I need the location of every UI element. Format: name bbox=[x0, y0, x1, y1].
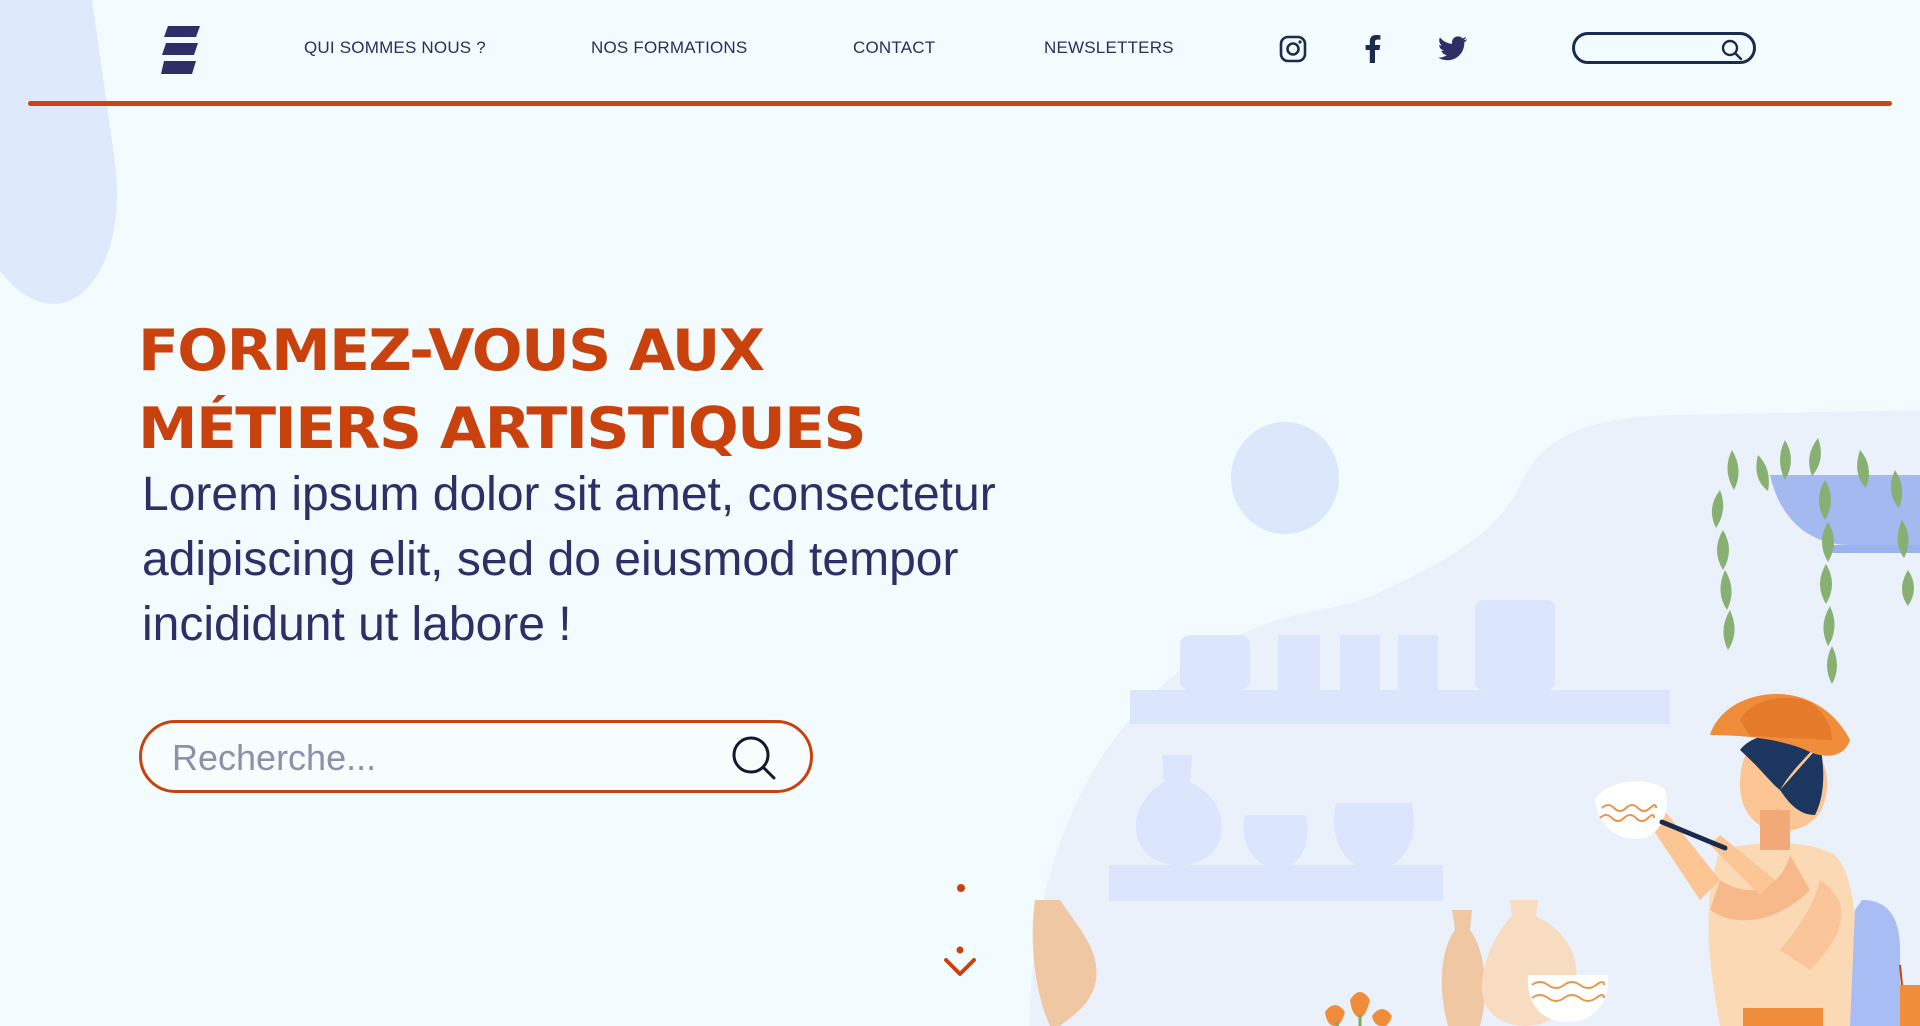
nav-item-nos-formations[interactable]: NOS FORMATIONS bbox=[591, 38, 747, 58]
instagram-icon[interactable] bbox=[1278, 34, 1308, 64]
nav-item-contact[interactable]: CONTACT bbox=[853, 38, 935, 58]
chevron-down-icon[interactable] bbox=[942, 946, 978, 982]
hero-description: Lorem ipsum dolor sit amet, consectetur … bbox=[142, 468, 996, 651]
hero-search-bar bbox=[139, 720, 813, 793]
search-icon[interactable] bbox=[732, 736, 778, 782]
facebook-icon[interactable] bbox=[1358, 34, 1388, 64]
header-search-bar bbox=[1572, 32, 1756, 64]
nav-item-qui-sommes-nous[interactable]: QUI SOMMES NOUS ? bbox=[304, 38, 486, 58]
logo[interactable] bbox=[160, 24, 202, 76]
hero-title: FORMEZ-VOUS AUX MÉTIERS ARTISTIQUES bbox=[138, 312, 867, 468]
header-divider bbox=[28, 101, 1892, 106]
header-search-input[interactable] bbox=[1587, 38, 1721, 60]
scroll-indicator-dot bbox=[957, 884, 965, 892]
hero-search-input[interactable] bbox=[170, 735, 694, 781]
nav-item-newsletters[interactable]: NEWSLETTERS bbox=[1044, 38, 1174, 58]
hero-title-line-1: FORMEZ-VOUS AUX bbox=[138, 318, 765, 384]
search-icon[interactable] bbox=[1721, 39, 1743, 61]
site-header: QUI SOMMES NOUS ? NOS FORMATIONS CONTACT… bbox=[0, 0, 1920, 102]
twitter-icon[interactable] bbox=[1438, 34, 1468, 64]
hero-title-line-2: MÉTIERS ARTISTIQUES bbox=[138, 396, 867, 462]
pottery-artist-illustration bbox=[1030, 410, 1920, 1026]
